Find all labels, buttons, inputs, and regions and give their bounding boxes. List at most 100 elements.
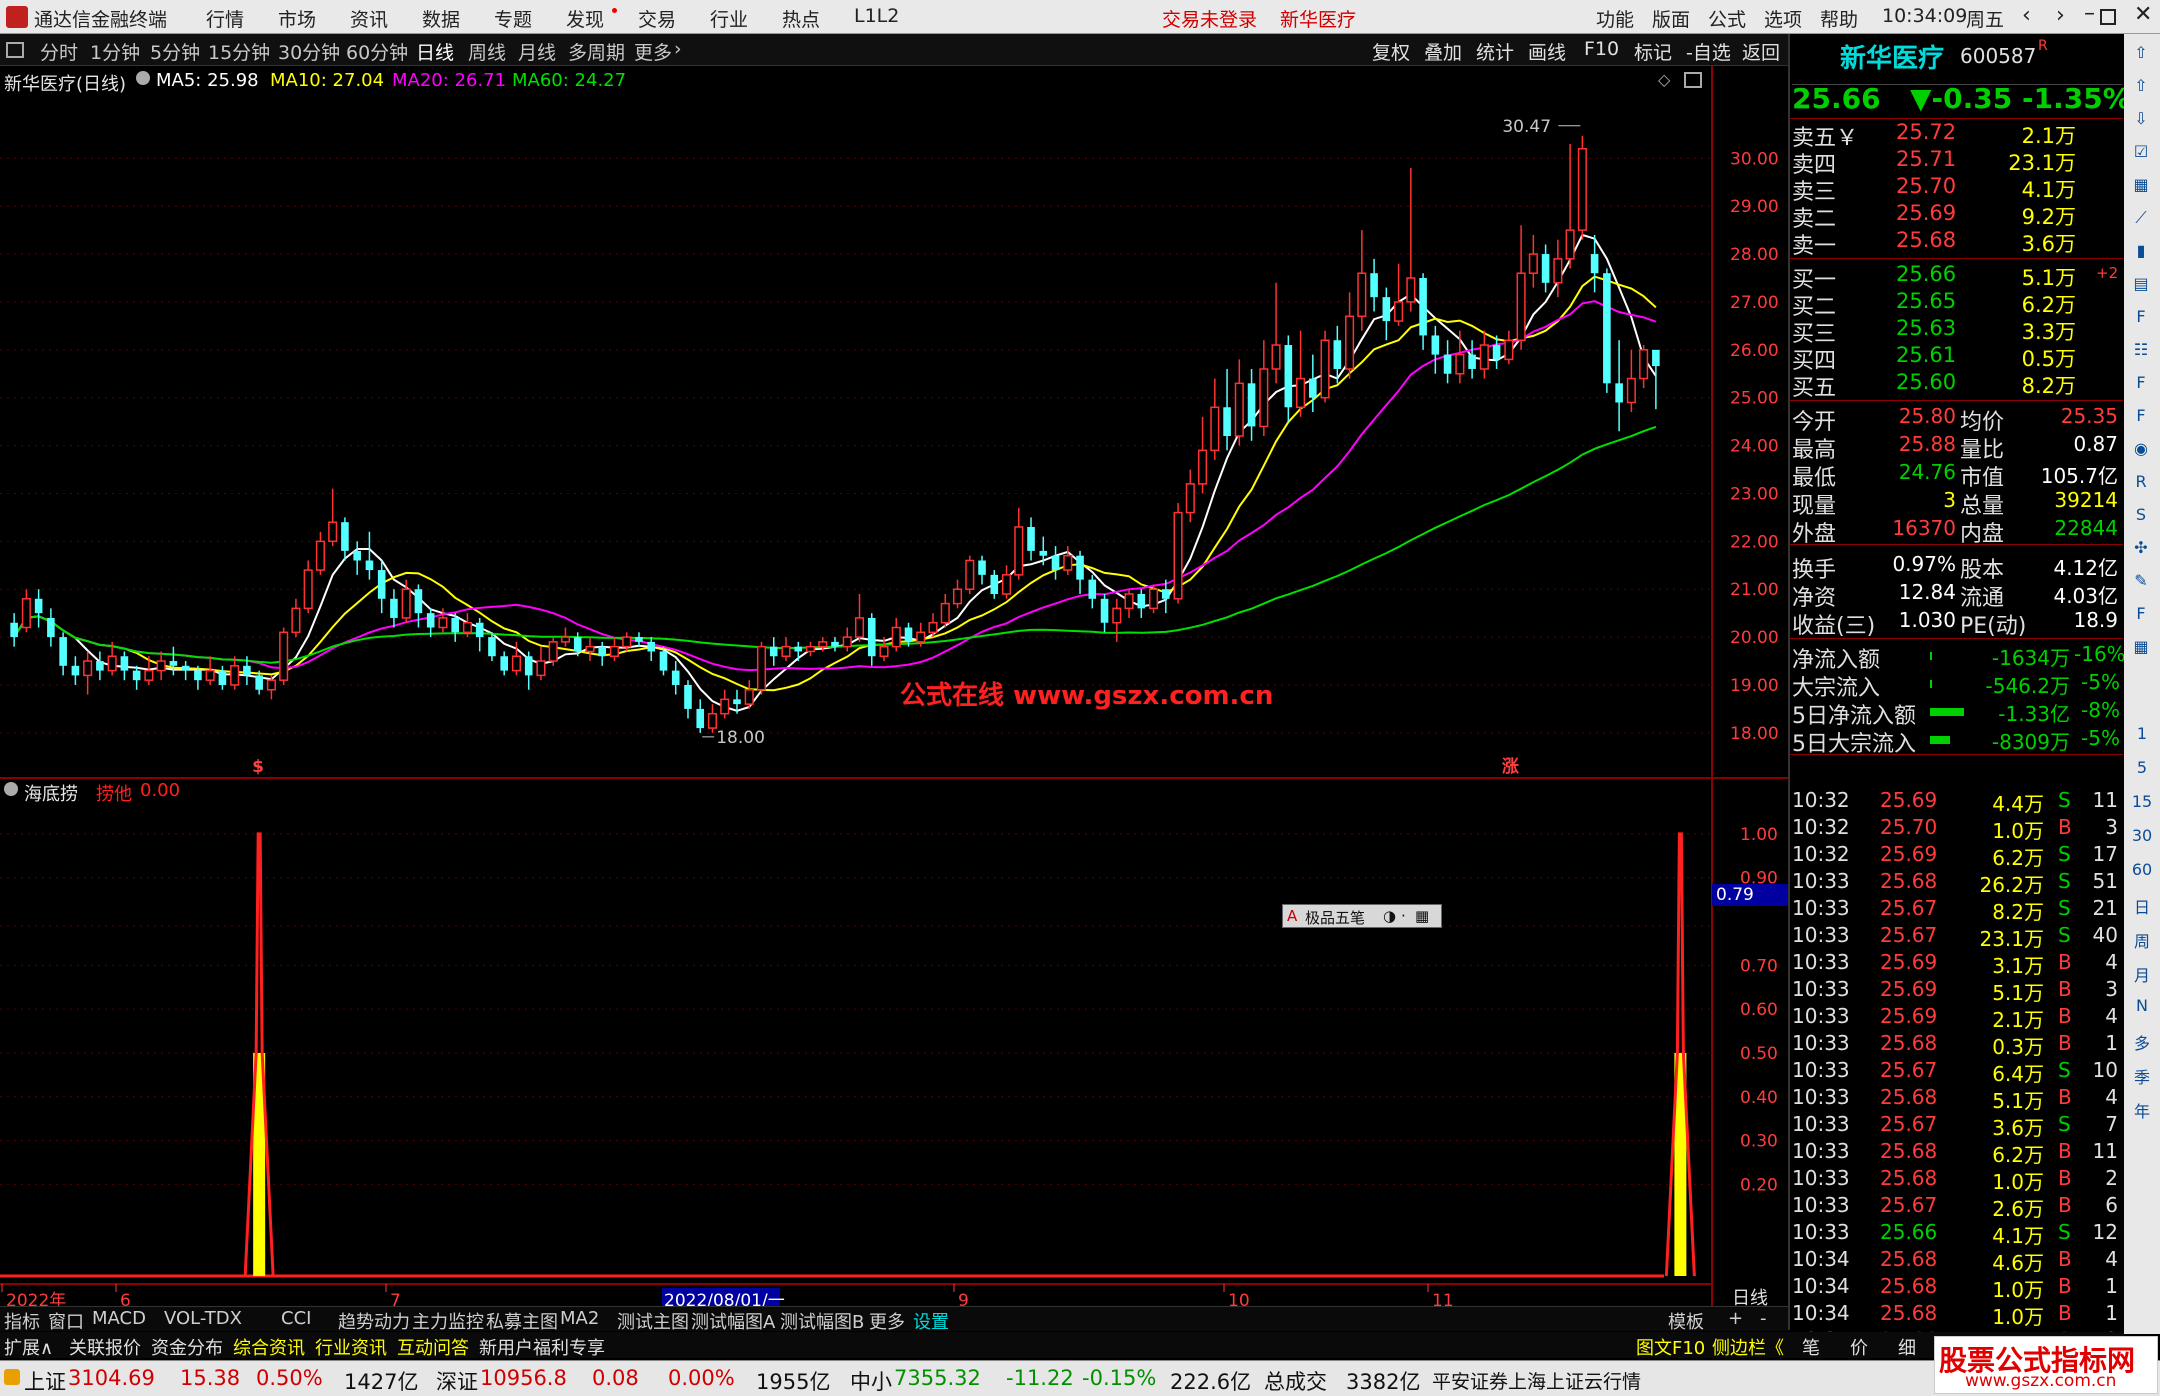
period-60min[interactable]: 60分钟 [346,38,408,65]
restore-icon[interactable] [2100,9,2116,25]
tool-biaoji[interactable]: 标记 [1634,38,1672,65]
forward-arrow-icon[interactable]: › [2056,3,2065,28]
indicator-tab[interactable]: 主力监控 [412,1308,484,1334]
f10-icon[interactable]: F [2130,306,2152,328]
indicator-tab[interactable]: 私募主图 [486,1308,558,1334]
sidebar-period[interactable]: 15 [2124,792,2160,811]
period-more[interactable]: 更多 [634,38,672,65]
fs-icon[interactable]: F [2130,603,2152,625]
ask-price[interactable]: 25.72 [1896,120,1956,144]
menu-bangzhu[interactable]: 帮助 [1820,5,1858,32]
period-15min[interactable]: 15分钟 [208,38,270,65]
circle-icon[interactable]: ◉ [2130,438,2152,460]
sidebar-period[interactable]: 季 [2124,1064,2160,1088]
indicator-tab[interactable]: CCI [281,1308,311,1329]
chevron-right-icon[interactable]: › [674,38,682,60]
template-tab[interactable]: 模板 [1668,1308,1704,1334]
sidebar-period[interactable]: 30 [2124,826,2160,845]
menu-shichang[interactable]: 市场 [278,5,316,32]
ask-price[interactable]: 25.68 [1896,228,1956,252]
menu-zhuanti[interactable]: 专题 [494,5,532,32]
status-icon[interactable] [4,1369,20,1385]
current-stock-link[interactable]: 新华医疗 [1280,5,1356,32]
ask-price[interactable]: 25.70 [1896,174,1956,198]
ime-a-icon[interactable]: A [1287,907,1297,925]
indicator-tab[interactable]: 测试幅图B [780,1308,864,1334]
login-status-link[interactable]: 交易未登录 [1162,5,1257,32]
tool-fanhui[interactable]: 返回 [1742,38,1780,65]
ime-toolbar[interactable]: A 极品五笔 ◑ · ▦ [1282,904,1442,928]
up-arrow-icon[interactable]: ⇧ [2130,42,2152,64]
menu-hangye[interactable]: 行业 [710,5,748,32]
ime-moon-icon[interactable]: ◑ [1383,907,1396,925]
info-tab[interactable]: 扩展∧ [4,1334,53,1360]
menu-banmian[interactable]: 版面 [1652,5,1690,32]
sidebar-period[interactable]: 1 [2124,724,2160,743]
list-icon[interactable]: ☷ [2130,339,2152,361]
period-monthly[interactable]: 月线 [518,38,556,65]
info-tab[interactable]: 关联报价 [69,1334,141,1360]
panel-tab[interactable]: 细 [1898,1334,1916,1360]
sidebar-period[interactable]: N [2124,996,2160,1015]
bid-price[interactable]: 25.66 [1896,262,1956,286]
period-weekly[interactable]: 周线 [468,38,506,65]
bid-price[interactable]: 25.63 [1896,316,1956,340]
index-name[interactable]: 中小 [850,1366,892,1396]
up-icon[interactable]: ⇧ [2130,75,2152,97]
template-tab[interactable]: + [1728,1308,1743,1329]
grid2-icon[interactable]: ▦ [2130,636,2152,658]
panel-tab[interactable]: 笔 [1802,1334,1820,1360]
ask-price[interactable]: 25.71 [1896,147,1956,171]
bid-price[interactable]: 25.60 [1896,370,1956,394]
bid-price[interactable]: 25.61 [1896,343,1956,367]
menu-gongshi[interactable]: 公式 [1708,5,1746,32]
template-tab[interactable]: - [1760,1308,1767,1329]
bid-price[interactable]: 25.65 [1896,289,1956,313]
diamond-icon[interactable]: ◇ [1658,70,1670,89]
event-marker[interactable]: $ [252,757,264,777]
chart-area[interactable]: 30.00 29.00 28.00 27.00 26.00 25.00 24.00 23.00… [0,66,1788,1306]
sidebar-period[interactable]: 5 [2124,758,2160,777]
tool-zixuan[interactable]: -自选 [1686,38,1731,65]
ime-keyboard-icon[interactable]: ▦ [1415,907,1429,925]
tool-diejia[interactable]: 叠加 [1424,38,1462,65]
close-icon[interactable]: ✕ [2134,2,2152,27]
indicator-tab[interactable]: VOL-TDX [164,1308,242,1329]
indicator-tab[interactable]: MACD [92,1308,146,1329]
sidebar-period[interactable]: 月 [2124,962,2160,986]
tool-f10[interactable]: F10 [1584,38,1619,60]
info-tab[interactable]: 综合资讯 [233,1334,305,1360]
tick-icon[interactable]: ☑ [2130,141,2152,163]
menu-redian[interactable]: 热点 [782,5,820,32]
f2-icon[interactable]: F [2130,405,2152,427]
tool-tongji[interactable]: 统计 [1476,38,1514,65]
indicator-tab[interactable]: 设置 [913,1308,949,1334]
indicator-tab[interactable]: 测试幅图A [691,1308,775,1334]
indicator-tab[interactable]: MA2 [560,1308,599,1329]
indicator-tab[interactable]: 指标 [4,1308,40,1334]
info-tab[interactable]: 资金分布 [151,1334,223,1360]
index-name[interactable]: 深证 [436,1366,478,1396]
info-tab[interactable]: 行业资讯 [315,1334,387,1360]
s-icon[interactable]: S [2130,504,2152,526]
index-name[interactable]: 上证 [24,1366,66,1396]
back-arrow-icon[interactable]: ‹ [2022,3,2031,28]
sidebar-period[interactable]: 日 [2124,894,2160,918]
menu-jiaoyi[interactable]: 交易 [638,5,676,32]
menu-faxian[interactable]: 发现 [566,5,604,32]
grid-icon[interactable]: ▦ [2130,174,2152,196]
menu-l1l2[interactable]: L1L2 [854,5,899,27]
period-multi[interactable]: 多周期 [568,38,625,65]
ask-price[interactable]: 25.69 [1896,201,1956,225]
sidebar-period[interactable]: 60 [2124,860,2160,879]
settings-dot-icon[interactable] [136,71,150,85]
news-icon[interactable]: ▤ [2130,273,2152,295]
ime-dot-icon[interactable]: · [1401,907,1406,925]
pen-icon[interactable]: ✎ [2130,570,2152,592]
menu-gongneng[interactable]: 功能 [1596,5,1634,32]
menu-hangqing[interactable]: 行情 [206,5,244,32]
panel-toggle-icon[interactable] [6,42,24,58]
info-tab[interactable]: 新用户福利专享 [479,1334,605,1360]
period-daily[interactable]: 日线 [416,38,454,65]
candle-icon[interactable]: ▮ [2130,240,2152,262]
